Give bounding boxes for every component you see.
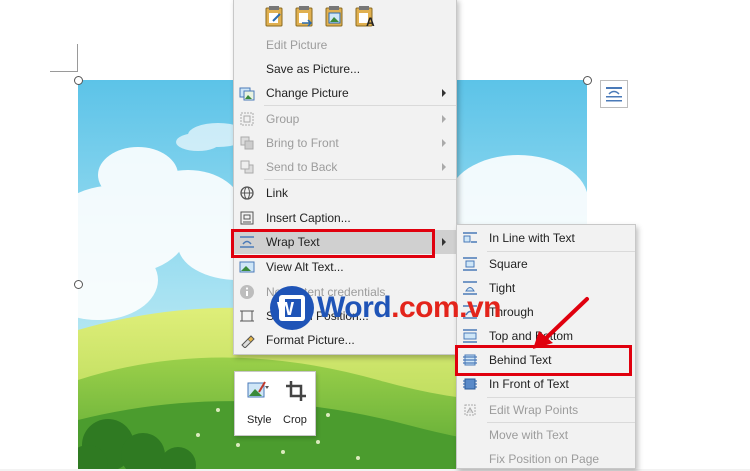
menu-item-label: Bring to Front [266,136,339,150]
group-icon [240,112,254,126]
word-logo-icon: W [270,286,314,330]
edit-wrap-points-icon [464,404,476,416]
paste-options-row: A [264,5,384,29]
menu-item-label: Insert Caption... [266,211,351,225]
resize-handle-top-right[interactable] [583,76,592,85]
menu-item-view-alt-text[interactable]: View Alt Text... [234,255,456,279]
format-picture-icon [241,335,255,348]
annotation-arrow-icon [533,297,589,349]
insert-caption-icon [240,211,254,225]
submenu-arrow-icon [442,238,446,246]
wrap-text-highlight [231,229,435,258]
menu-item-send-to-back: Send to Back [234,155,456,179]
picture-paste-icon[interactable] [325,6,343,27]
in-line-with-text-icon [463,232,477,243]
menu-item-label: Fix Position on Page [489,452,600,466]
menu-item-save-as-picture[interactable]: Save as Picture... [234,57,456,81]
menu-item-insert-caption[interactable]: Insert Caption... [234,206,456,230]
watermark-suffix: .com.vn [391,291,501,324]
resize-handle-middle-left[interactable] [74,280,83,289]
keep-source-formatting-paste-icon[interactable] [265,6,283,27]
menu-separator [264,105,456,106]
crop-icon [286,381,306,401]
alt-text-icon [239,261,255,273]
picture-style-icon [247,381,269,398]
style-button[interactable]: Style [241,376,275,432]
submenu-item-edit-wrap-points: Edit Wrap Points [457,398,635,422]
menu-item-edit-picture: Edit Picture [234,33,456,57]
page-corner-mark [77,44,78,72]
submenu-arrow-icon [442,89,446,97]
keep-text-only-paste-icon[interactable]: A [355,6,375,29]
submenu-item-fix-position-on-page: Fix Position on Page [457,447,635,471]
style-button-label: Style [247,414,272,426]
link-globe-icon [240,186,254,200]
submenu-arrow-icon [442,115,446,123]
svg-text:W: W [277,299,294,319]
menu-item-change-picture[interactable]: Change Picture [234,81,456,105]
menu-item-label: Edit Wrap Points [489,403,579,417]
submenu-arrow-icon [442,139,446,147]
send-to-back-icon [240,160,254,174]
menu-item-label: Edit Picture [266,38,328,52]
in-front-of-text-icon [463,378,477,390]
watermark-text: Word.com.vn [317,291,501,325]
watermark-main: Word [317,291,392,324]
menu-item-label: Save as Picture... [266,62,361,76]
resize-handle-top-left[interactable] [74,76,83,85]
menu-separator [264,179,456,180]
layout-options-icon [606,87,622,102]
menu-item-label: Group [266,112,300,126]
watermark-logo: W Word.com.vn [269,285,501,333]
info-icon [240,285,254,299]
crop-button-label: Crop [283,414,307,426]
menu-item-label: Link [266,186,289,200]
submenu-item-in-line-with-text[interactable]: In Line with Text [457,226,635,250]
menu-item-group: Group [234,107,456,131]
svg-text:A: A [366,15,375,29]
menu-item-label: Square [489,257,528,271]
crop-button[interactable]: Crop [279,376,313,432]
square-wrap-icon [463,257,477,271]
menu-item-label: Move with Text [489,428,569,442]
submenu-item-move-with-text: Move with Text [457,423,635,447]
size-position-icon [240,310,254,322]
layout-options-button[interactable] [600,80,628,108]
menu-item-label: View Alt Text... [266,260,344,274]
page-corner-mark [50,71,78,72]
submenu-arrow-icon [442,163,446,171]
change-picture-icon [239,87,255,101]
bring-to-front-icon [240,136,254,150]
menu-item-link[interactable]: Link [234,181,456,205]
menu-item-bring-to-front: Bring to Front [234,131,456,155]
submenu-item-square[interactable]: Square [457,252,635,276]
menu-item-label: Send to Back [266,160,338,174]
mini-toolbar: Style Crop [234,371,316,436]
merge-formatting-paste-icon[interactable] [295,6,313,27]
menu-item-label: Change Picture [266,86,349,100]
menu-item-label: In Line with Text [489,231,575,245]
